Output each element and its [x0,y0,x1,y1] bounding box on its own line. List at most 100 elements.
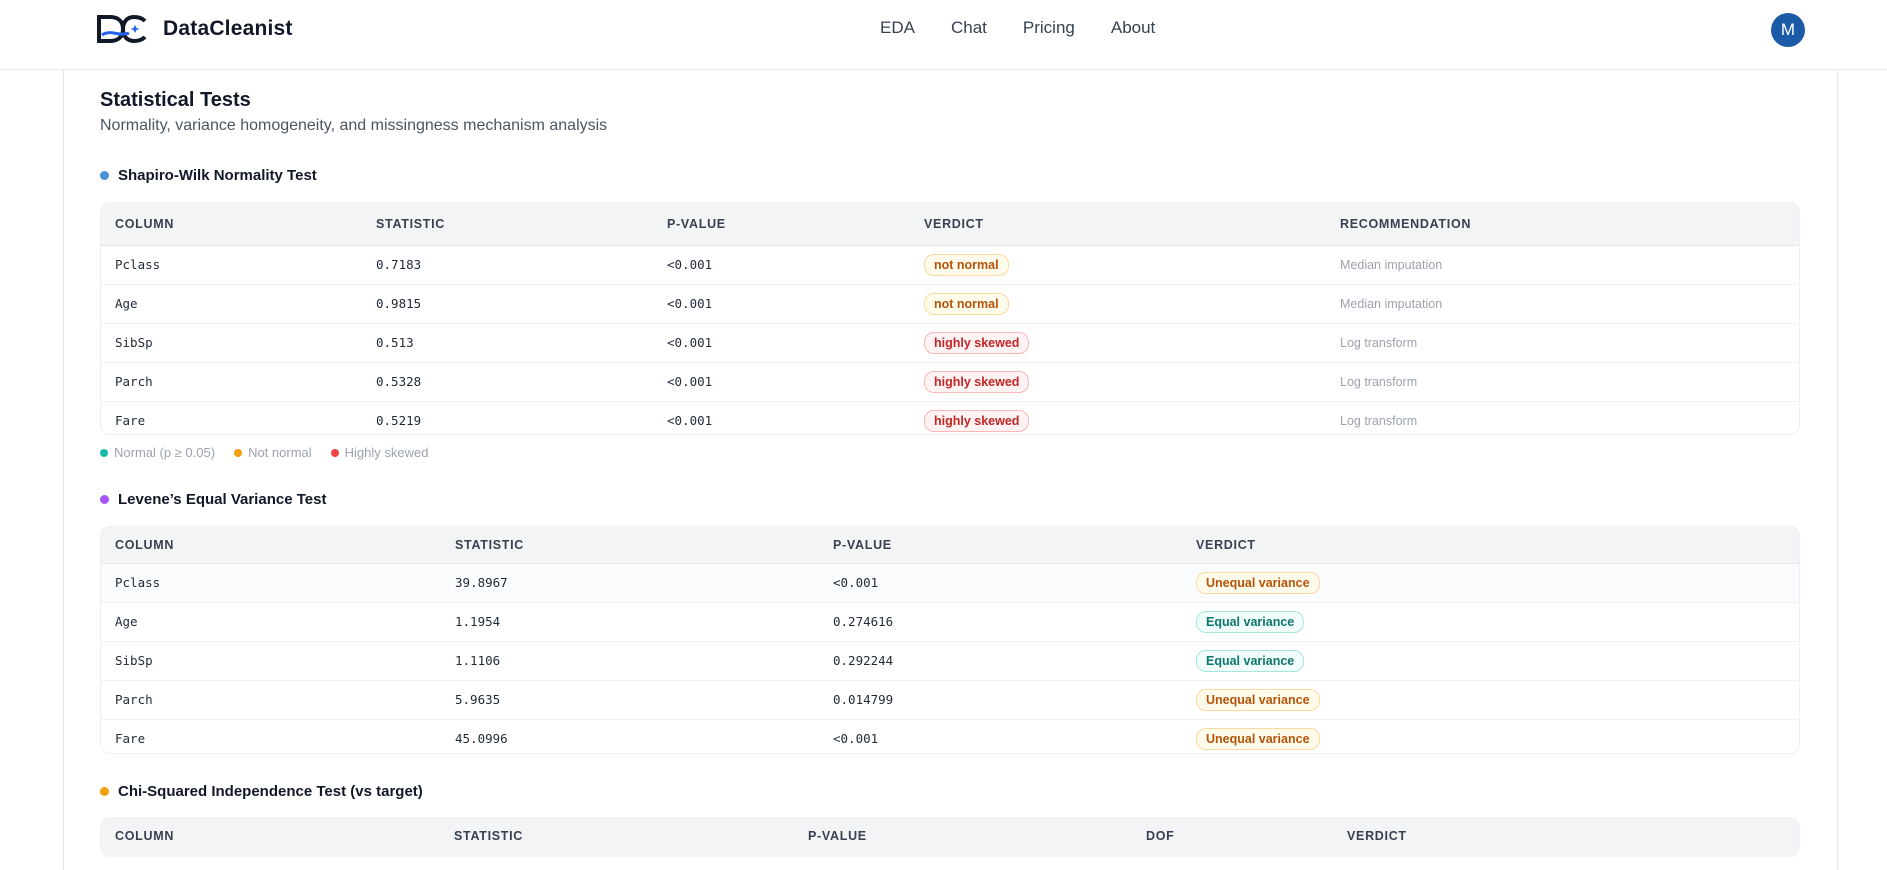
table-row: Age 1.1954 0.274616 Equal variance [101,603,1799,642]
cell-pvalue: 0.014799 [833,692,894,707]
cell-statistic: 5.9635 [455,692,501,707]
cell-recommendation: Median imputation [1340,297,1443,311]
levene-th-statistic: STATISTIC [455,538,525,552]
shapiro-th-statistic: STATISTIC [376,217,446,231]
shapiro-test-title: Shapiro-Wilk Normality Test [100,167,317,184]
table-row: Parch 0.5328 <0.001 highly skewed Log tr… [101,363,1799,402]
cell-pvalue: 0.274616 [833,614,894,629]
nav-link-eda[interactable]: EDA [880,17,915,39]
cell-recommendation: Median imputation [1340,258,1443,272]
levene-test-title: Levene’s Equal Variance Test [100,491,326,508]
cell-pvalue: <0.001 [667,296,713,311]
chi-title-text: Chi-Squared Independence Test (vs target… [118,783,423,800]
table-row: Pclass 39.8967 <0.001 Unequal variance [101,564,1799,603]
section-title: Statistical Tests [100,89,251,111]
verdict-badge: Equal variance [1196,611,1305,633]
cell-column: Pclass [115,575,161,590]
cell-column: Fare [115,413,146,428]
legend-label: Not normal [248,445,312,460]
cell-statistic: 0.7183 [376,257,422,272]
levene-th-pvalue: P-VALUE [833,538,892,552]
shapiro-table-header: COLUMN STATISTIC P-VALUE VERDICT RECOMME… [101,203,1799,246]
cell-column: SibSp [115,653,153,668]
shapiro-th-verdict: VERDICT [924,217,984,231]
cell-pvalue: <0.001 [833,731,879,746]
verdict-badge: not normal [924,254,1009,276]
nav-link-about[interactable]: About [1111,17,1155,39]
cell-column: Pclass [115,257,161,272]
brand-name: DataCleanist [163,17,293,40]
chi-th-dof: DOF [1146,829,1175,843]
cell-column: Parch [115,692,153,707]
shapiro-dot-icon [100,171,109,180]
verdict-badge: Unequal variance [1196,689,1320,711]
table-row: Age 0.9815 <0.001 not normal Median impu… [101,285,1799,324]
cell-pvalue: <0.001 [833,575,879,590]
cell-recommendation: Log transform [1340,336,1418,350]
shapiro-legend: Normal (p ≥ 0.05) Not normal Highly skew… [100,445,447,460]
table-row: Parch 5.9635 0.014799 Unequal variance [101,681,1799,720]
cell-pvalue: 0.292244 [833,653,894,668]
cell-statistic: 0.9815 [376,296,422,311]
legend-label: Normal (p ≥ 0.05) [114,445,216,460]
verdict-badge: Equal variance [1196,650,1305,672]
cell-pvalue: <0.001 [667,413,713,428]
legend-dot-icon [234,448,243,457]
levene-th-column: COLUMN [115,538,175,552]
verdict-badge: highly skewed [924,371,1030,393]
chi-table: COLUMN STATISTIC P-VALUE DOF VERDICT [100,817,1800,857]
levene-title-text: Levene’s Equal Variance Test [118,491,327,508]
cell-statistic: 1.1954 [455,614,501,629]
shapiro-title-text: Shapiro-Wilk Normality Test [118,167,317,184]
cell-recommendation: Log transform [1340,414,1418,428]
nav-links: EDA Chat Pricing About [880,17,1191,39]
cell-statistic: 0.513 [376,335,414,350]
cell-column: Parch [115,374,153,389]
levene-table-header: COLUMN STATISTIC P-VALUE VERDICT [101,527,1799,564]
nav-link-chat[interactable]: Chat [951,17,987,39]
legend-item-normal: Normal (p ≥ 0.05) [100,445,215,460]
cell-statistic: 39.8967 [455,575,508,590]
nav-link-pricing[interactable]: Pricing [1023,17,1075,39]
cell-statistic: 0.5328 [376,374,422,389]
levene-table: COLUMN STATISTIC P-VALUE VERDICT Pclass … [100,526,1800,754]
verdict-badge: highly skewed [924,410,1030,432]
chi-table-header: COLUMN STATISTIC P-VALUE DOF VERDICT [101,818,1799,857]
table-row: SibSp 1.1106 0.292244 Equal variance [101,642,1799,681]
verdict-badge: not normal [924,293,1009,315]
cell-pvalue: <0.001 [667,257,713,272]
cell-column: Fare [115,731,146,746]
datacleanist-logo-icon [97,15,147,43]
legend-item-not-normal: Not normal [234,445,312,460]
chi-th-statistic: STATISTIC [454,829,524,843]
shapiro-th-recommendation: RECOMMENDATION [1340,217,1472,231]
top-navbar: DataCleanist EDA Chat Pricing About M [0,0,1887,70]
legend-label: Highly skewed [344,445,429,460]
verdict-badge: Unequal variance [1196,572,1320,594]
chi-th-verdict: VERDICT [1347,829,1407,843]
table-row: SibSp 0.513 <0.001 highly skewed Log tra… [101,324,1799,363]
verdict-badge: highly skewed [924,332,1030,354]
chi-dot-icon [100,787,109,796]
cell-recommendation: Log transform [1340,375,1418,389]
cell-column: SibSp [115,335,153,350]
shapiro-table: COLUMN STATISTIC P-VALUE VERDICT RECOMME… [100,202,1800,435]
cell-pvalue: <0.001 [667,335,713,350]
cell-pvalue: <0.001 [667,374,713,389]
table-row: Fare 45.0996 <0.001 Unequal variance [101,720,1799,753]
legend-dot-icon [100,448,108,457]
chi-test-title: Chi-Squared Independence Test (vs target… [100,783,423,800]
verdict-badge: Unequal variance [1196,728,1320,750]
legend-item-highly-skewed: Highly skewed [330,445,429,460]
cell-statistic: 45.0996 [455,731,508,746]
user-avatar[interactable]: M [1771,13,1805,47]
cell-column: Age [115,296,138,311]
table-row: Fare 0.5219 <0.001 highly skewed Log tra… [101,402,1799,434]
table-row: Pclass 0.7183 <0.001 not normal Median i… [101,246,1799,285]
legend-dot-icon [330,448,339,457]
chi-th-pvalue: P-VALUE [808,829,867,843]
shapiro-th-pvalue: P-VALUE [667,217,726,231]
chi-th-column: COLUMN [115,829,175,843]
levene-th-verdict: VERDICT [1196,538,1256,552]
brand[interactable]: DataCleanist [97,14,293,44]
